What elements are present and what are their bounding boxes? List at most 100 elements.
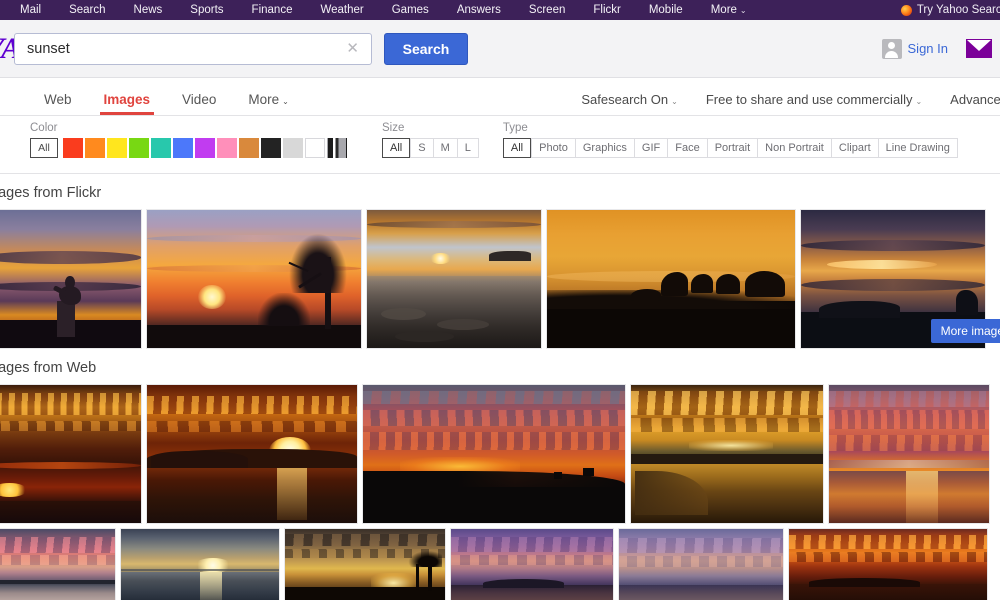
more-images-button[interactable]: More images (930, 319, 1000, 343)
search-option-label: Free to share and use commercially (705, 92, 913, 107)
image-result-art (619, 529, 783, 600)
image-result-thumbnail[interactable] (546, 209, 796, 349)
mail-envelope-icon[interactable] (966, 39, 992, 58)
clear-search-icon[interactable]: ✕ (342, 41, 363, 56)
color-swatch-blue[interactable] (173, 138, 193, 158)
size-option-all[interactable]: All (382, 138, 411, 158)
image-result-art (147, 385, 357, 523)
search-option-free-to-share-and-use-commercially[interactable]: Free to share and use commercially ⌄ (692, 92, 936, 107)
image-result-art (451, 529, 613, 600)
type-option-portrait[interactable]: Portrait (706, 138, 758, 158)
global-nav-links: Mail Search News Sports Finance Weather Games A… (0, 0, 761, 20)
global-nav-item-screen[interactable]: Screen (515, 0, 579, 20)
type-option-graphics[interactable]: Graphics (574, 138, 634, 158)
global-nav-item-finance[interactable]: Finance (238, 0, 307, 20)
type-option-clipart[interactable]: Clipart (830, 138, 878, 158)
global-nav-item-games[interactable]: Games (378, 0, 443, 20)
image-result-thumbnail[interactable] (0, 209, 142, 349)
sign-in-button[interactable]: Sign In (881, 38, 948, 59)
image-result-thumbnail[interactable] (366, 209, 542, 349)
color-swatch-gray[interactable] (283, 138, 303, 158)
try-yahoo-search-promo[interactable]: Try Yahoo Search on (900, 4, 1000, 16)
flickr-section-heading: Images from Flickr (0, 185, 102, 201)
global-nav-item-label: Mobile (648, 4, 683, 16)
image-result-thumbnail[interactable] (0, 384, 142, 524)
tab-more[interactable]: More ⌄ (232, 92, 304, 115)
color-swatch-grayscale[interactable] (327, 138, 347, 158)
image-result-thumbnail[interactable] (362, 384, 626, 524)
global-nav-item-flickr[interactable]: Flickr (579, 0, 634, 20)
color-swatch-yellow[interactable] (107, 138, 127, 158)
image-result-art (0, 385, 141, 523)
tab-video[interactable]: Video (166, 92, 232, 115)
type-option-face[interactable]: Face (667, 138, 707, 158)
image-result-thumbnail[interactable] (618, 528, 784, 600)
color-swatch-all[interactable]: All (30, 138, 58, 158)
type-filter-label: Type (502, 122, 528, 134)
global-nav-item-mail[interactable]: Mail (6, 0, 55, 20)
chevron-down-icon: ⌄ (671, 97, 678, 106)
type-option-photo[interactable]: Photo (531, 138, 575, 158)
global-nav-item-label: Screen (528, 4, 566, 16)
color-swatch-orange[interactable] (85, 138, 105, 158)
size-option-l[interactable]: L (456, 138, 479, 158)
color-swatch-white[interactable] (305, 138, 325, 158)
global-nav-item-more[interactable]: More ⌄ (697, 0, 761, 20)
color-swatch-purple[interactable] (195, 138, 215, 158)
global-nav-item-answers[interactable]: Answers (443, 0, 515, 20)
color-swatch-brown[interactable] (239, 138, 259, 158)
sign-in-label: Sign In (907, 41, 948, 56)
type-option-line-drawing[interactable]: Line Drawing (877, 138, 958, 158)
search-input[interactable] (27, 40, 343, 57)
tab-images[interactable]: Images (88, 92, 167, 115)
search-vertical-tabs: Web Images Video More ⌄ (28, 92, 305, 115)
color-swatch-black[interactable] (261, 138, 281, 158)
image-result-thumbnail[interactable] (120, 528, 280, 600)
color-swatch-list: All (30, 138, 347, 158)
size-option-s[interactable]: S (410, 138, 433, 158)
color-swatch-red[interactable] (63, 138, 83, 158)
global-nav-item-label: Flickr (593, 4, 621, 16)
global-nav-item-search[interactable]: Search (55, 0, 119, 20)
image-result-thumbnail[interactable] (450, 528, 614, 600)
image-result-thumbnail[interactable] (630, 384, 824, 524)
search-button[interactable]: Search (384, 32, 468, 65)
image-result-thumbnail[interactable] (284, 528, 446, 600)
global-nav-item-news[interactable]: News (120, 0, 177, 20)
type-option-all[interactable]: All (502, 138, 532, 158)
header-right-actions: Sign In (881, 38, 992, 59)
image-result-thumbnail[interactable] (146, 209, 362, 349)
type-options: All Photo Graphics GIF Face Portrait Non Portr… (502, 138, 958, 158)
color-swatch-pink[interactable] (217, 138, 237, 158)
type-option-gif[interactable]: GIF (633, 138, 668, 158)
type-option-non-portrait[interactable]: Non Portrait (757, 138, 831, 158)
color-swatch-green[interactable] (129, 138, 149, 158)
type-filter-group: Type All Photo Graphics GIF Face Portrait Non … (502, 122, 958, 158)
color-swatch-teal[interactable] (151, 138, 171, 158)
search-option-advanced[interactable]: Advanced (936, 92, 1000, 107)
global-nav-item-label: Games (391, 4, 429, 16)
image-results-area: Images from Flickr (0, 174, 1000, 600)
tab-label: More (248, 92, 280, 107)
size-filter-label: Size (382, 122, 405, 134)
image-result-thumbnail[interactable] (788, 528, 988, 600)
tab-web[interactable]: Web (28, 92, 88, 115)
firefox-icon (900, 4, 912, 16)
global-nav-item-label: Search (69, 4, 106, 16)
search-option-safesearch-on[interactable]: Safesearch On ⌄ (567, 92, 691, 107)
image-result-thumbnail[interactable] (146, 384, 358, 524)
size-filter-group: Size All S M L (382, 122, 479, 158)
global-nav-item-label: Finance (251, 4, 293, 16)
image-result-thumbnail[interactable] (0, 528, 116, 600)
global-nav-item-weather[interactable]: Weather (306, 0, 377, 20)
tab-label: Web (44, 92, 72, 107)
global-nav-bar: Mail Search News Sports Finance Weather Games A… (0, 0, 1000, 20)
yahoo-logo[interactable]: YAHOO! (0, 32, 14, 66)
color-filter-group: Color All (30, 122, 347, 158)
promo-label: Try Yahoo Search on (916, 4, 1000, 16)
global-nav-item-sports[interactable]: Sports (176, 0, 237, 20)
global-nav-item-mobile[interactable]: Mobile (635, 0, 697, 20)
size-option-m[interactable]: M (432, 138, 457, 158)
chevron-down-icon: ⌄ (915, 97, 923, 106)
image-result-thumbnail[interactable] (828, 384, 990, 524)
